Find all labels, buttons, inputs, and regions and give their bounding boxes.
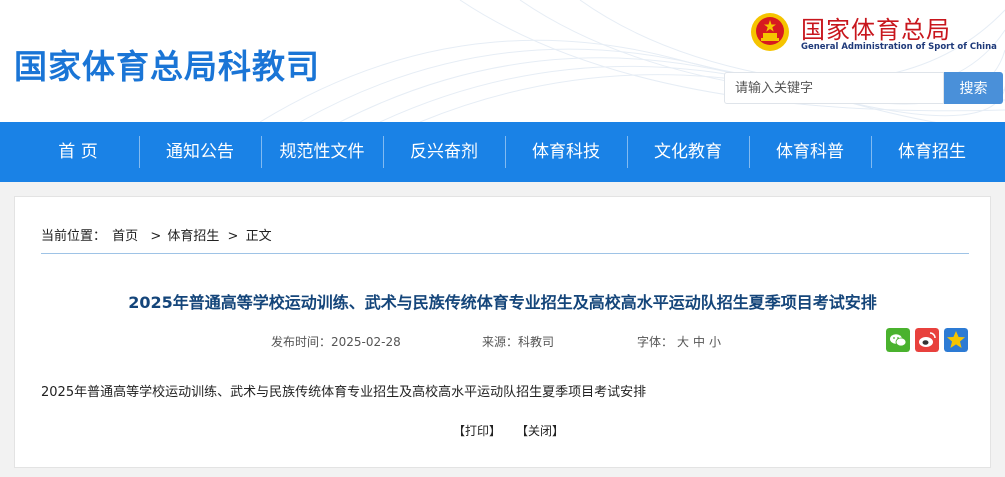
search-input[interactable] (724, 72, 944, 104)
national-emblem-icon (751, 13, 789, 51)
org-name-cn[interactable]: 国家体育总局 (801, 10, 951, 45)
nav-item-culture-education[interactable]: 文化教育 (627, 122, 749, 182)
favorite-icon[interactable] (944, 328, 968, 352)
publish-label: 发布时间： (271, 335, 332, 349)
nav-item-notices[interactable]: 通知公告 (139, 122, 261, 182)
font-small-button[interactable]: 小 (709, 335, 721, 349)
search-button[interactable]: 搜索 (944, 72, 1003, 104)
main-nav: 首 页 通知公告 规范性文件 反兴奋剂 体育科技 文化教育 体育科普 体育招生 (0, 122, 1005, 182)
nav-item-home[interactable]: 首 页 (17, 122, 139, 182)
site-header: 国家体育总局科教司 国家体育总局 General Administration … (0, 0, 1005, 122)
source-label: 来源： (482, 335, 519, 349)
font-size-controls: 字体：大中小 (637, 333, 721, 350)
font-label: 字体： (637, 335, 674, 349)
nav-item-sports-science[interactable]: 体育科普 (749, 122, 871, 182)
breadcrumb: 当前位置： 首页 > 体育招生 > 正文 (41, 225, 274, 244)
org-name-en: General Administration of Sport of China (801, 42, 997, 52)
nav-item-anti-doping[interactable]: 反兴奋剂 (383, 122, 505, 182)
nav-item-regulations[interactable]: 规范性文件 (261, 122, 383, 182)
wechat-icon[interactable] (886, 328, 910, 352)
publish-date: 发布时间：2025-02-28 (271, 333, 401, 350)
article-title: 2025年普通高等学校运动训练、武术与民族传统体育专业招生及高校高水平运动队招生… (128, 293, 877, 312)
breadcrumb-separator: > (150, 229, 162, 244)
article-source: 来源：科教司 (482, 333, 554, 350)
article-body: 2025年普通高等学校运动训练、武术与民族传统体育专业招生及高校高水平运动队招生… (41, 385, 647, 400)
breadcrumb-divider (41, 253, 969, 254)
site-title[interactable]: 国家体育总局科教司 (14, 40, 320, 88)
close-link[interactable]: 【关闭】 (516, 422, 564, 439)
breadcrumb-home[interactable]: 首页 (112, 229, 138, 244)
font-medium-button[interactable]: 中 (693, 335, 705, 349)
breadcrumb-current: 正文 (245, 229, 272, 244)
weibo-icon[interactable] (915, 328, 939, 352)
nav-item-sports-admission[interactable]: 体育招生 (871, 122, 993, 182)
print-link[interactable]: 【打印】 (453, 422, 501, 439)
source-value: 科教司 (518, 335, 555, 349)
article-panel: 当前位置： 首页 > 体育招生 > 正文 2025年普通高等学校运动训练、武术与… (14, 196, 991, 468)
breadcrumb-category[interactable]: 体育招生 (167, 229, 219, 244)
breadcrumb-separator: > (227, 229, 239, 244)
font-large-button[interactable]: 大 (677, 335, 689, 349)
breadcrumb-prefix: 当前位置： (41, 229, 107, 244)
nav-item-sports-tech[interactable]: 体育科技 (505, 122, 627, 182)
publish-date-value: 2025-02-28 (331, 335, 401, 349)
